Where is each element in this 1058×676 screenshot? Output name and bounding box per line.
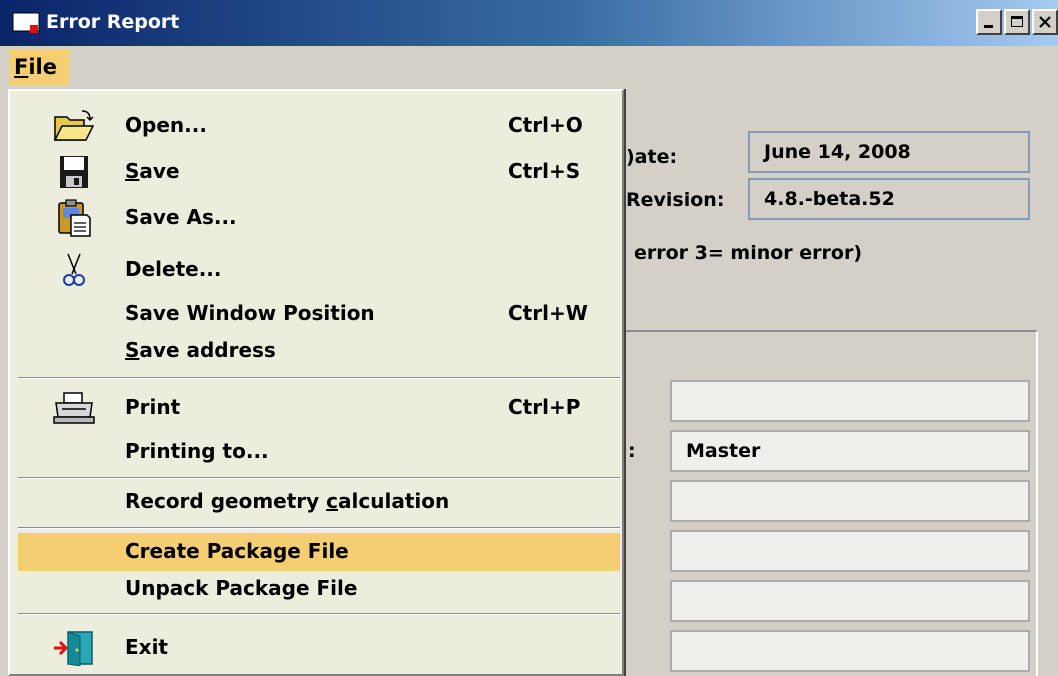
menu-item-save-window-position[interactable]: Save Window Position Ctrl+W (18, 295, 620, 333)
error-legend-text: error 3= minor error) (634, 242, 863, 264)
menu-item-record-geometry[interactable]: Record geometry calculation (18, 483, 620, 521)
menu-item-unpack-package-label: Unpack Package File (125, 576, 358, 600)
minimize-icon (984, 25, 993, 28)
save-address-mnemonic: S (125, 338, 140, 362)
input-field-3[interactable] (670, 480, 1030, 522)
input-field-5[interactable] (670, 580, 1030, 622)
maximize-icon (1011, 16, 1023, 27)
save-address-label-rest: ave address (139, 338, 276, 362)
menu-item-delete-label: Delete... (125, 257, 222, 281)
menu-separator (18, 527, 620, 529)
file-menu-dropdown: Open... Ctrl+O Save Ctrl+S Save As... De… (8, 89, 624, 676)
menu-bar: File (0, 46, 1058, 88)
menu-item-save-as-label: Save As... (125, 205, 237, 229)
input-field-6[interactable] (670, 630, 1030, 672)
menu-separator (18, 477, 620, 479)
clipboard-document-icon (50, 199, 98, 237)
title-bar: Error Report (0, 0, 1058, 46)
menu-item-exit-label: Exit (125, 635, 168, 659)
window-title: Error Report (46, 11, 180, 33)
minimize-button[interactable] (976, 9, 1002, 35)
revision-label: Revision: (626, 189, 725, 211)
close-button[interactable] (1032, 9, 1058, 35)
menu-item-save-as[interactable]: Save As... (18, 199, 620, 237)
record-geometry-label-post: alculation (338, 489, 450, 513)
input-field-4[interactable] (670, 530, 1030, 572)
revision-value: 4.8.-beta.52 (764, 188, 895, 210)
exit-door-icon (50, 629, 98, 667)
menu-item-save-label: Save (125, 159, 180, 183)
menu-item-print-label: Print (125, 395, 181, 419)
floppy-disk-icon (50, 153, 98, 191)
save-label-rest: ave (139, 159, 180, 183)
close-icon (1039, 16, 1051, 28)
menu-item-save[interactable]: Save Ctrl+S (18, 153, 620, 191)
menu-item-unpack-package[interactable]: Unpack Package File (18, 570, 620, 608)
menu-item-exit[interactable]: Exit (18, 629, 620, 667)
input-field-master-value: Master (686, 440, 761, 462)
printer-icon (50, 389, 98, 427)
open-folder-icon (50, 107, 98, 145)
date-label: )ate: (626, 146, 678, 168)
file-mnemonic: F (14, 55, 29, 79)
maximize-button[interactable] (1004, 9, 1030, 35)
menu-item-printing-to-label: Printing to... (125, 439, 269, 463)
menu-item-create-package-label: Create Package File (125, 539, 349, 563)
file-label-rest: ile (28, 55, 57, 79)
save-mnemonic: S (125, 159, 140, 183)
menu-item-save-address[interactable]: Save address (18, 332, 620, 370)
input-field-master[interactable]: Master (670, 430, 1030, 472)
menu-item-save-window-position-label: Save Window Position (125, 301, 375, 325)
menu-item-delete[interactable]: Delete... (18, 251, 620, 289)
menu-item-printing-to[interactable]: Printing to... (18, 433, 620, 471)
menu-item-open-label: Open... (125, 113, 207, 137)
field-colon: : (628, 440, 636, 462)
menu-item-save-window-position-shortcut: Ctrl+W (508, 301, 588, 325)
record-geometry-mnemonic: c (326, 489, 339, 513)
menu-item-open[interactable]: Open... Ctrl+O (18, 107, 620, 145)
app-icon (12, 11, 42, 35)
menu-item-print[interactable]: Print Ctrl+P (18, 389, 620, 427)
menu-item-save-address-label: Save address (125, 338, 276, 362)
menu-separator (18, 613, 620, 615)
date-field: June 14, 2008 (748, 131, 1030, 173)
scissors-icon (50, 251, 98, 289)
menu-separator (18, 377, 620, 379)
menu-item-create-package[interactable]: Create Package File (18, 533, 620, 571)
revision-field: 4.8.-beta.52 (748, 178, 1030, 220)
menu-item-save-shortcut: Ctrl+S (508, 159, 581, 183)
input-field-1[interactable] (670, 380, 1030, 422)
menu-item-print-shortcut: Ctrl+P (508, 395, 581, 419)
date-value: June 14, 2008 (764, 141, 911, 163)
menu-file[interactable]: File (10, 49, 69, 85)
menu-item-open-shortcut: Ctrl+O (508, 113, 583, 137)
menu-item-record-geometry-label: Record geometry calculation (125, 489, 449, 513)
record-geometry-label-pre: Record geometry (125, 489, 327, 513)
